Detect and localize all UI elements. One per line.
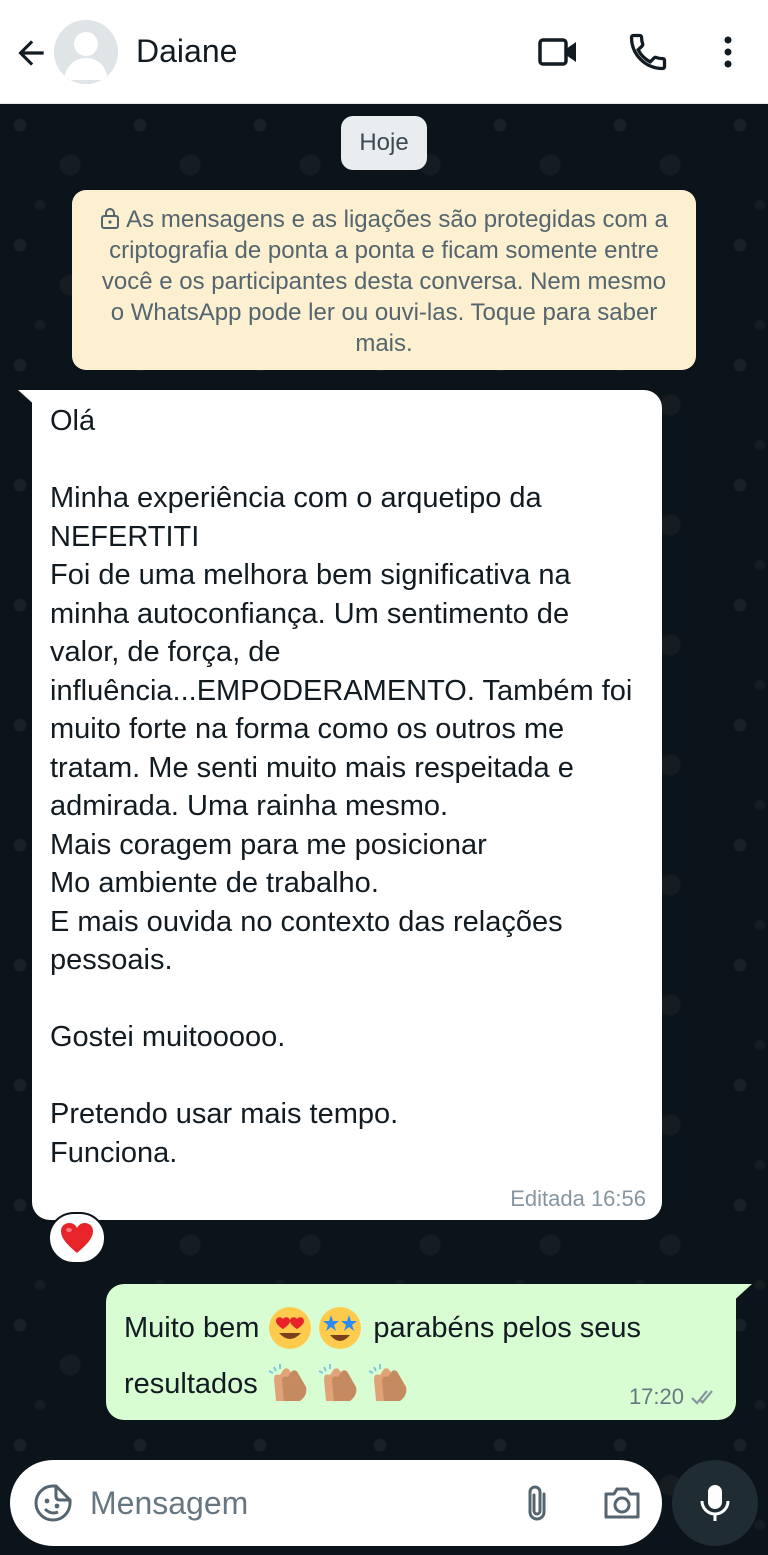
encryption-notice-text: As mensagens e as ligações são protegida… (101, 206, 668, 357)
outgoing-line-1: Muito bem parabéns pelos seus (124, 1300, 718, 1356)
red-heart-emoji (61, 1223, 93, 1253)
encryption-notice[interactable]: As mensagens e as ligações são protegida… (72, 190, 696, 370)
video-call-icon[interactable] (536, 30, 580, 74)
date-chip: Hoje (341, 116, 427, 170)
more-vert-icon[interactable] (706, 30, 750, 74)
chat-header: Daiane (0, 0, 768, 104)
outgoing-message[interactable]: Muito bem parabéns pelos seus resultados (106, 1284, 736, 1420)
lock-icon (101, 208, 120, 229)
mic-icon (700, 1485, 730, 1521)
attach-icon[interactable] (516, 1482, 558, 1524)
message-time: 17:20 (628, 1384, 684, 1409)
message-input[interactable] (90, 1460, 490, 1546)
star-struck-emoji (319, 1307, 362, 1349)
clapping-hands-emoji (318, 1364, 357, 1401)
outgoing-text-start: Muito bem (124, 1311, 260, 1344)
double-check-icon (691, 1390, 713, 1405)
contact-name[interactable]: Daiane (136, 33, 237, 70)
outgoing-text-end: parabéns pelos seus (373, 1311, 642, 1344)
incoming-message[interactable]: Olá Minha experiência com o arquetipo da… (32, 390, 662, 1220)
sticker-emoji-icon[interactable] (32, 1482, 74, 1524)
reaction-badge[interactable] (48, 1212, 106, 1264)
mic-button[interactable] (672, 1460, 758, 1546)
heart-eyes-emoji (269, 1307, 312, 1349)
clapping-hands-emoji (268, 1364, 307, 1401)
phone-icon[interactable] (626, 30, 670, 74)
message-meta: Editada 16:56 (510, 1186, 646, 1211)
camera-icon[interactable] (600, 1482, 644, 1524)
outgoing-text-line2: resultados (124, 1367, 258, 1400)
clapping-hands-emoji (368, 1364, 407, 1401)
message-composer (10, 1460, 662, 1546)
avatar[interactable] (54, 20, 118, 84)
incoming-message-text: Olá Minha experiência com o arquetipo da… (50, 405, 633, 1169)
default-avatar-icon (54, 20, 118, 84)
back-arrow-icon[interactable] (12, 34, 50, 72)
message-meta: 17:20 (629, 1384, 720, 1410)
